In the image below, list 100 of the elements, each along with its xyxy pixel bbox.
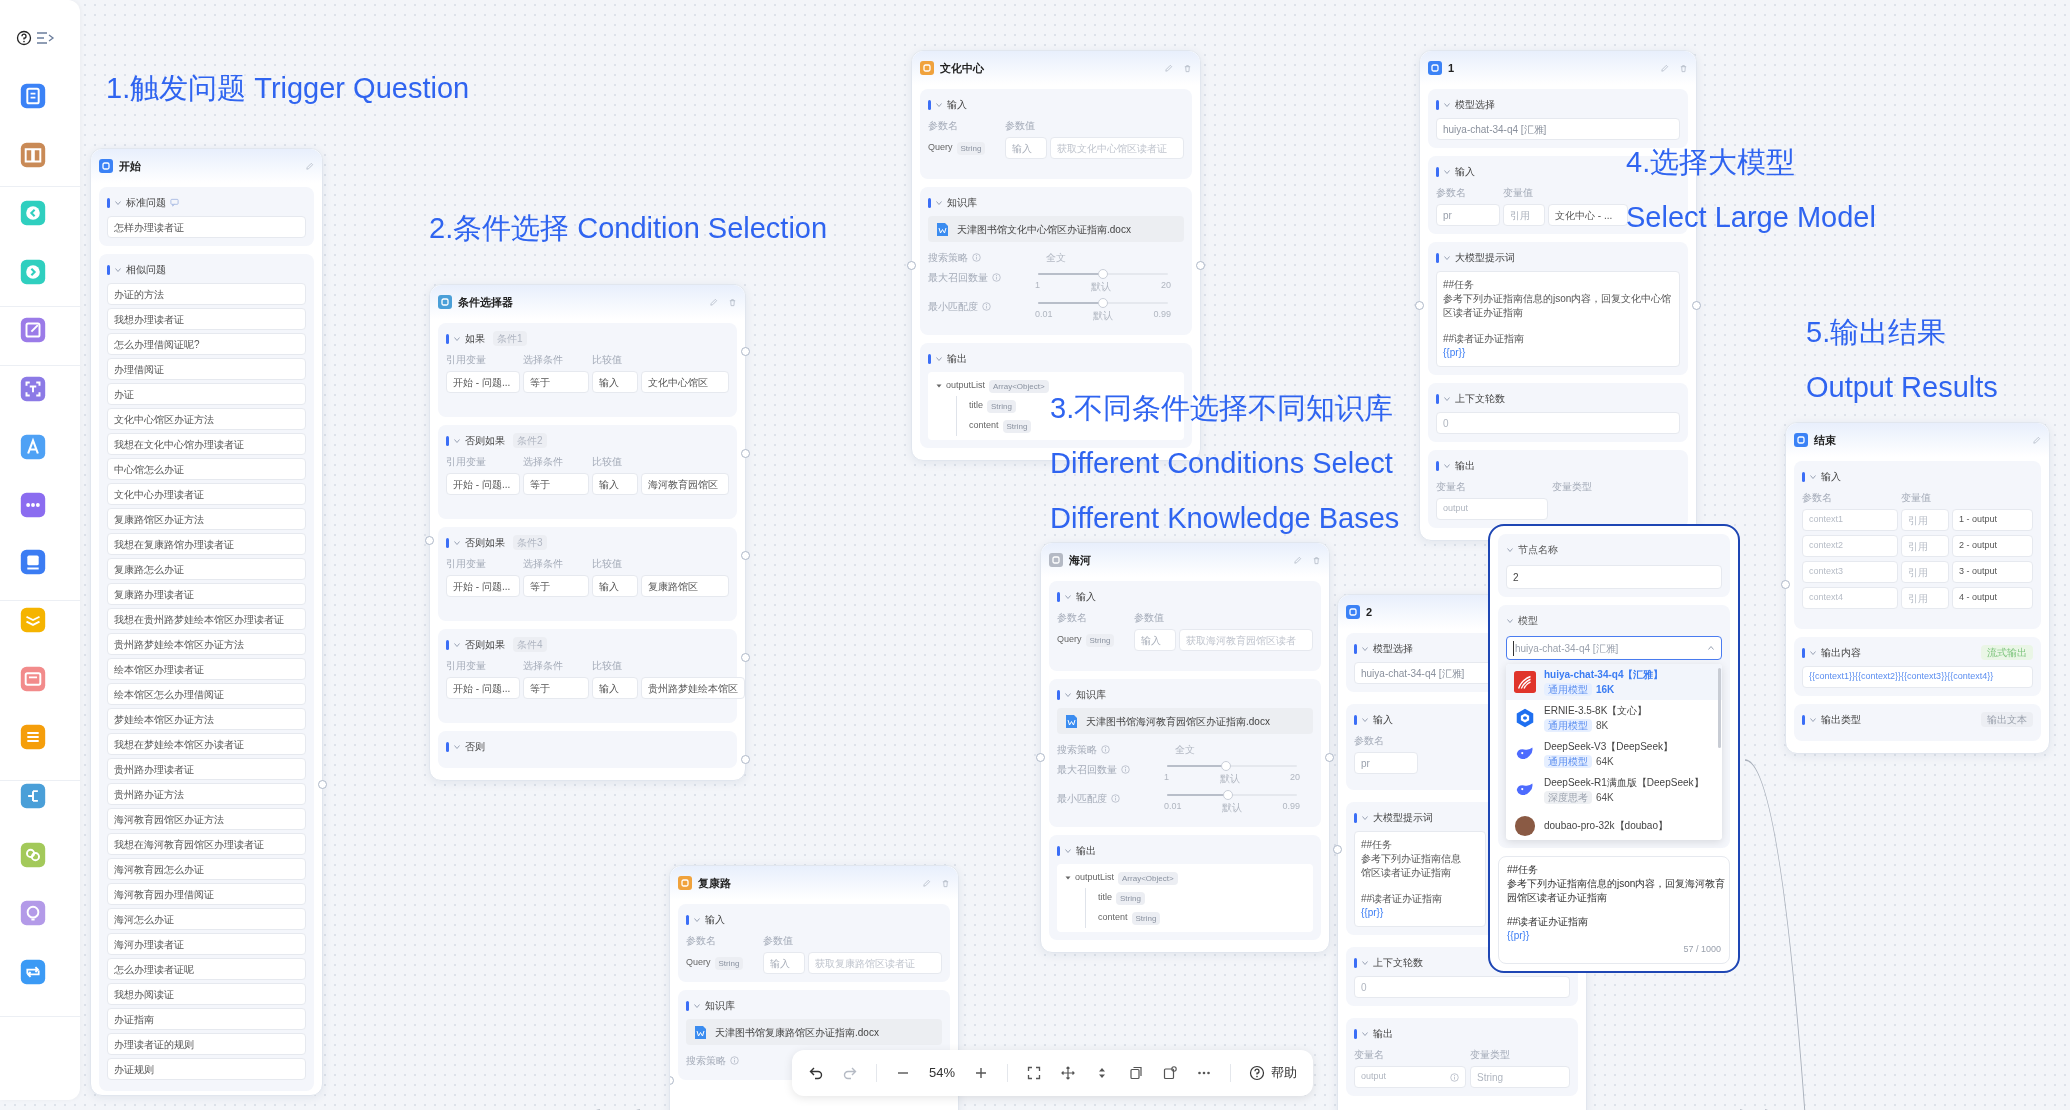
source-select[interactable]: 输入 [592,371,638,393]
model-option[interactable]: huiya-chat-34-q4【汇雅】 通用模型 16K [1506,664,1722,700]
field-label: 参数名 [928,119,959,133]
value-field[interactable]: 贵州路梦娃绘本馆区 [641,677,745,699]
question-field[interactable]: 办证的方法 [107,283,306,305]
variable-select[interactable]: 开始 - 问题... [446,677,520,699]
section-title: 否则如果 [465,434,505,448]
question-field[interactable]: 办证 [107,383,306,405]
variable-select[interactable]: 1 - output [1952,509,2033,531]
field-label: 选择条件 [523,353,564,367]
question-field[interactable]: 怎样办理读者证 [107,216,306,238]
question-field[interactable]: 梦娃绘本馆区办证方法 [107,708,306,730]
model-name: DeepSeek-R1满血版【DeepSeek】 [1544,775,1704,790]
file-name: 天津图书馆海河教育园馆区办证指南.docx [1086,714,1270,729]
model-name: ERNIE-3.5-8K【文心】 [1544,703,1648,718]
annotation-text: Different Conditions Select [1050,446,1394,481]
operator-select[interactable]: 等于 [523,575,589,597]
question-field[interactable]: 海河怎么办证 [107,908,306,930]
question-field[interactable]: 办证指南 [107,1008,306,1030]
source-select[interactable]: 输入 [592,473,638,495]
tick-label: 1 [1164,771,1169,784]
field-label: 变量名 [1354,1048,1385,1062]
question-field[interactable]: 我想在海河教育园馆区办理读者证 [107,833,306,855]
prompt-line: 区读者证办证指南 [1443,306,1524,320]
model-option[interactable]: DeepSeek-V3【DeepSeek】 通用模型 64K [1506,736,1722,772]
variable-select[interactable]: 开始 - 问题... [446,575,520,597]
section-title: 输出内容 [1821,646,1861,660]
field-label: 比较值 [592,455,623,469]
source-select[interactable]: 输入 [592,677,638,699]
context-size: 16K [1596,682,1615,697]
question-field[interactable]: 复康路办理读者证 [107,583,306,605]
question-field[interactable]: 文化中心办理读者证 [107,483,306,505]
tick-label: 20 [1161,279,1171,292]
value-field[interactable]: 文化中心馆区 [641,371,729,393]
operator-select[interactable]: 等于 [523,473,589,495]
tick-label: 20 [1290,771,1300,784]
section-title: 否则 [465,740,485,754]
value-field[interactable]: 海河教育园馆区 [641,473,729,495]
prompt-box[interactable]: ##任务 参考下列办证指南信息 馆区读者证办证指南 ##读者证办证指南 {{pr}} [1354,831,1486,927]
model-name: doubao-pro-32k【doubao】 [1544,819,1668,833]
question-field[interactable]: 办理读者证的规则 [107,1033,306,1055]
node-title: 开始 [119,158,141,174]
variable-select[interactable]: 开始 - 问题... [446,473,520,495]
question-field[interactable]: 贵州路办理读者证 [107,758,306,780]
question-field[interactable]: 我想在梦娃绘本馆区办读者证 [107,733,306,755]
prompt-box[interactable]: ##任务 参考下列办证指南信息的json内容，回复海河教育 园馆区读者证办证指南 ##读者证办证指南 {{pr}} 57 / 1000 [1498,856,1730,964]
model-option[interactable]: DeepSeek-R1满血版【DeepSeek】 深度思考 64K [1506,772,1722,808]
type-tag: Array<Object> [1118,871,1178,885]
help-button[interactable]: 帮助 [1249,1063,1298,1083]
question-field[interactable]: 海河教育园办理借阅证 [107,883,306,905]
output-field-name: outputList [946,379,986,393]
tick-label: 0.01 [1035,308,1053,321]
question-field[interactable]: 我想办阅读证 [107,983,306,1005]
question-field[interactable]: 我想在文化中心馆办理读者证 [107,433,306,455]
question-field[interactable]: 怎么办理读者证呢 [107,958,306,980]
prompt-line: 参考下列办证指南信息的json内容，回复文化中心馆 [1443,292,1673,306]
question-field[interactable]: 办证规则 [107,1058,306,1080]
question-field[interactable]: 文化中心馆区办证方法 [107,408,306,430]
question-field[interactable]: 办理借阅证 [107,358,306,380]
output-name: output [1443,502,1469,516]
question-field[interactable]: 绘本馆区办理读者证 [107,658,306,680]
file-chip[interactable]: 天津图书馆文化中心馆区办证指南.docx [928,216,1184,242]
field-label: 选择条件 [523,455,564,469]
node-title: 复康路 [698,875,731,891]
file-chip[interactable]: 天津图书馆复康路馆区办证指南.docx [686,1019,942,1045]
question-field[interactable]: 我想在贵州路梦娃绘本馆区办理读者证 [107,608,306,630]
section-title: 大模型提示词 [1455,251,1515,265]
question-field[interactable]: 贵州路办证方法 [107,783,306,805]
output-field-name: title [969,399,983,413]
field-label: 参数值 [763,934,794,948]
question-field[interactable]: 我想办理读者证 [107,308,306,330]
model-tag: 深度思考 [1544,790,1592,804]
section-title: 节点名称 [1518,543,1558,557]
file-chip[interactable]: 天津图书馆海河教育园馆区办证指南.docx [1057,708,1313,734]
operator-select[interactable]: 等于 [523,677,589,699]
question-field[interactable]: 怎么办理借阅证呢? [107,333,306,355]
variable-select[interactable]: 2 - output [1952,535,2033,557]
variable-select[interactable]: 3 - output [1952,561,2033,583]
operator-select[interactable]: 等于 [523,371,589,393]
prompt-box[interactable]: ##任务 参考下列办证指南信息的json内容，回复文化中心馆 区读者证办证指南 ##读者证办证指南 {{pr}} [1436,271,1680,367]
question-field[interactable]: 海河教育园怎么办证 [107,858,306,880]
variable-select[interactable]: 文化中心 - ... [1548,204,1628,226]
question-field[interactable]: 复康路馆区办证方法 [107,508,306,530]
model-option[interactable]: doubao-pro-32k【doubao】 [1506,808,1722,840]
question-field[interactable]: 中心馆怎么办证 [107,458,306,480]
node-name-field[interactable]: 2 [1506,565,1722,589]
field-label: 最小匹配度 [928,300,978,314]
variable-select[interactable]: 开始 - 问题... [446,371,520,393]
type-tag: String [1131,911,1161,925]
question-field[interactable]: 复康路怎么办证 [107,558,306,580]
question-field[interactable]: 海河教育园馆区办证方法 [107,808,306,830]
question-field[interactable]: 我想在复康路馆办理读者证 [107,533,306,555]
value-field[interactable]: 复康路馆区 [641,575,729,597]
variable-select[interactable]: 4 - output [1952,587,2033,609]
source-select[interactable]: 输入 [592,575,638,597]
model-option[interactable]: ERNIE-3.5-8K【文心】 通用模型 8K [1506,700,1722,736]
question-field[interactable]: 海河办理读者证 [107,933,306,955]
node-title: 海河 [1069,552,1091,568]
question-field[interactable]: 绘本馆区怎么办理借阅证 [107,683,306,705]
question-field[interactable]: 贵州路梦娃绘本馆区办证方法 [107,633,306,655]
